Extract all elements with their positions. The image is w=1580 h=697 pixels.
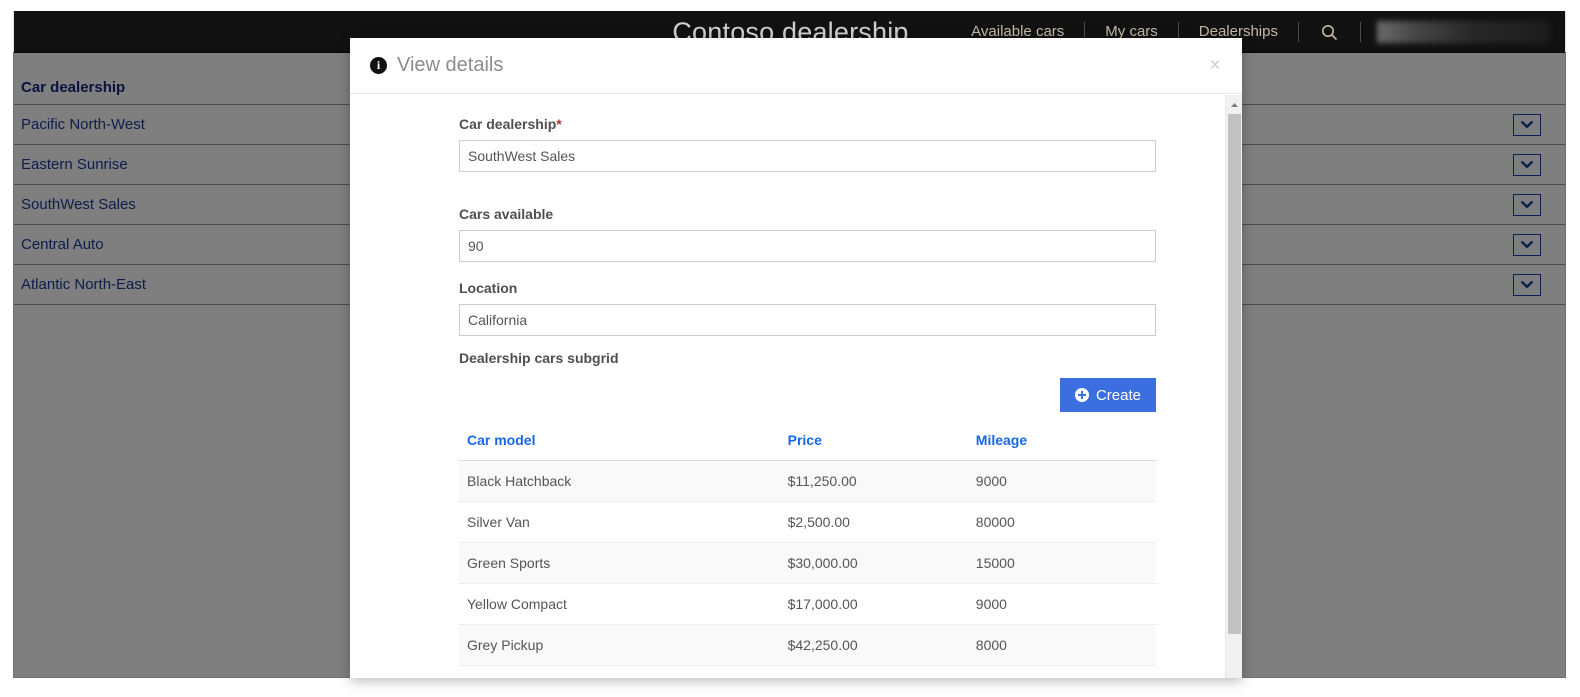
row-actions [1487, 233, 1565, 256]
dealership-cars-subgrid: Car model Price Mileage Black Hatchback … [459, 432, 1156, 666]
chevron-down-icon [1520, 237, 1534, 252]
row-dropdown-button[interactable] [1513, 113, 1541, 136]
row-actions [1487, 113, 1565, 136]
chevron-down-icon [1520, 157, 1534, 172]
cell-price: $17,000.00 [779, 583, 968, 625]
subgrid-body: Black Hatchback $11,250.00 9000 Silver V… [459, 460, 1156, 666]
column-header-car-model[interactable]: Car model [459, 432, 780, 461]
field-label: Car dealership* [459, 116, 1156, 132]
subgrid-header: Car model Price Mileage [459, 432, 1156, 461]
table-row[interactable]: Silver Van $2,500.00 80000 [459, 501, 1156, 543]
cell-price: $2,500.00 [779, 501, 968, 543]
cell-mileage: 9000 [967, 460, 1156, 502]
row-actions [1487, 273, 1565, 296]
user-account-label[interactable] [1377, 21, 1549, 43]
row-actions [1487, 193, 1565, 216]
subgrid-toolbar: Create [459, 378, 1156, 412]
close-icon[interactable]: × [1202, 52, 1228, 78]
cell-car-model: Green Sports [459, 542, 780, 584]
cell-price: $11,250.00 [779, 460, 968, 502]
chevron-down-icon [1520, 277, 1534, 292]
screen: Contoso dealership Available cars My car… [0, 0, 1580, 697]
subgrid-header-row: Car model Price Mileage [459, 432, 1156, 461]
cell-mileage: 8000 [967, 624, 1156, 666]
scrollbar-thumb[interactable] [1228, 114, 1241, 634]
table-row[interactable]: Yellow Compact $17,000.00 9000 [459, 583, 1156, 625]
caret-up-icon [1230, 95, 1239, 113]
column-header-mileage[interactable]: Mileage [967, 432, 1156, 461]
modal-title: View details [397, 54, 504, 76]
column-header-price[interactable]: Price [779, 432, 968, 461]
chevron-down-icon [1520, 117, 1534, 132]
field-label-text: Car dealership [459, 116, 557, 132]
field-label: Cars available [459, 206, 554, 222]
field-label: Location [459, 280, 518, 296]
view-details-modal: i View details × Car dealership* Cars av… [350, 38, 1242, 678]
location-input[interactable] [459, 304, 1156, 336]
cell-price: $30,000.00 [779, 542, 968, 584]
cell-car-model: Yellow Compact [459, 583, 780, 625]
create-button-label: Create [1095, 386, 1141, 404]
field-car-dealership: Car dealership* [459, 116, 1156, 172]
row-dropdown-button[interactable] [1513, 153, 1541, 176]
row-dropdown-button[interactable] [1513, 233, 1541, 256]
column-header-car-dealership: Car dealership [21, 79, 126, 96]
scroll-up-button[interactable] [1226, 95, 1242, 112]
cell-car-model: Black Hatchback [459, 460, 780, 502]
cell-mileage: 15000 [967, 542, 1156, 584]
table-row[interactable]: Black Hatchback $11,250.00 9000 [459, 460, 1156, 502]
create-button[interactable]: Create [1059, 378, 1156, 412]
nav-separator [1360, 22, 1361, 42]
car-dealership-input[interactable] [459, 140, 1156, 172]
chevron-down-icon [1520, 197, 1534, 212]
required-marker: * [556, 116, 562, 132]
modal-header: i View details × [350, 38, 1242, 94]
search-button[interactable] [1299, 24, 1360, 41]
cell-car-model: Silver Van [459, 501, 780, 543]
field-cars-available: Cars available [459, 206, 1156, 262]
field-location: Location [459, 280, 1156, 336]
row-dropdown-button[interactable] [1513, 193, 1541, 216]
modal-body: Car dealership* Cars available Location … [350, 94, 1242, 678]
cell-car-model: Grey Pickup [459, 624, 780, 666]
search-icon [1321, 24, 1338, 41]
cell-price: $42,250.00 [779, 624, 968, 666]
info-icon: i [370, 57, 387, 74]
row-actions [1487, 153, 1565, 176]
table-row[interactable]: Green Sports $30,000.00 15000 [459, 542, 1156, 584]
subgrid-label: Dealership cars subgrid [459, 350, 619, 366]
row-dropdown-button[interactable] [1513, 273, 1541, 296]
cell-mileage: 80000 [967, 501, 1156, 543]
modal-scrollbar[interactable] [1225, 95, 1242, 678]
cars-available-input[interactable] [459, 230, 1156, 262]
plus-circle-icon [1074, 388, 1089, 402]
table-row[interactable]: Grey Pickup $42,250.00 8000 [459, 624, 1156, 666]
cell-mileage: 9000 [967, 583, 1156, 625]
